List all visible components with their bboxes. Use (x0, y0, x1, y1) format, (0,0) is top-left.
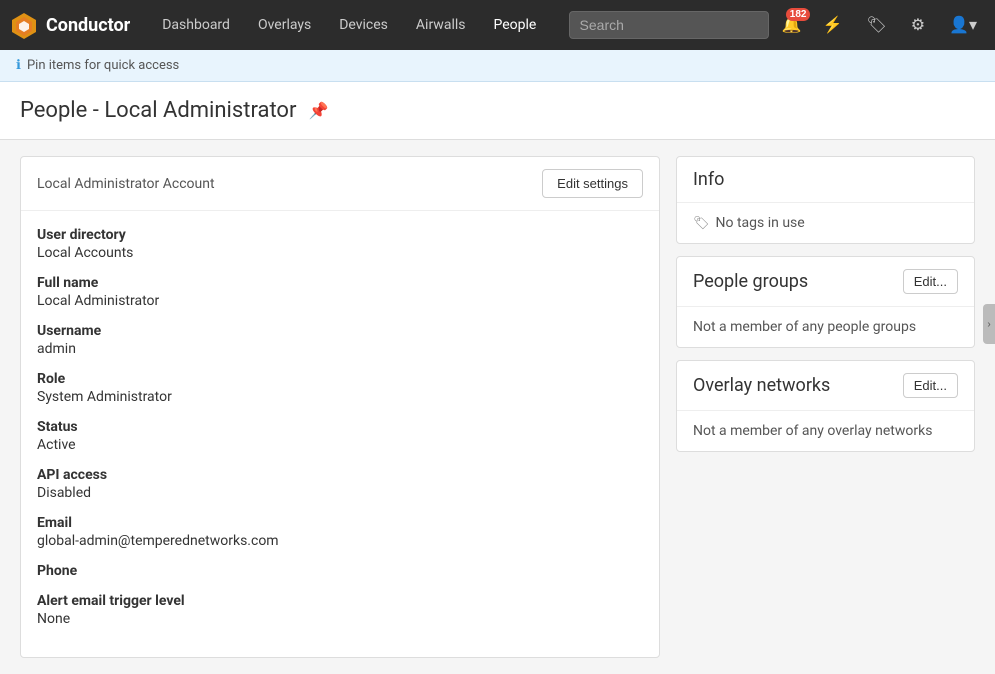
tags-button[interactable]: 🏷 (858, 10, 894, 40)
field-email: Email global-admin@temperednetworks.com (37, 515, 643, 549)
overlay-networks-body: Not a member of any overlay networks (677, 411, 974, 451)
field-full-name: Full name Local Administrator (37, 275, 643, 309)
notifications-button[interactable]: 🔔 182 (777, 10, 807, 40)
field-label-api-access: API access (37, 467, 643, 483)
panel-header: Local Administrator Account Edit setting… (21, 157, 659, 211)
user-icon: 👤▾ (949, 17, 977, 34)
main-content: Local Administrator Account Edit setting… (0, 140, 995, 674)
field-alert-email: Alert email trigger level None (37, 593, 643, 627)
field-label-status: Status (37, 419, 643, 435)
nav-people[interactable]: People (481, 11, 548, 39)
overlay-networks-title: Overlay networks (693, 375, 830, 396)
field-role: Role System Administrator (37, 371, 643, 405)
field-value-status: Active (37, 437, 643, 453)
no-tags-text-wrapper: 🏷 No tags in use (693, 215, 958, 231)
nav-airwalls[interactable]: Airwalls (404, 11, 478, 39)
field-label-alert-email: Alert email trigger level (37, 593, 643, 609)
panel-body: User directory Local Accounts Full name … (21, 211, 659, 657)
settings-button[interactable]: ⚙ (903, 10, 933, 40)
field-value-api-access: Disabled (37, 485, 643, 501)
field-label-role: Role (37, 371, 643, 387)
field-api-access: API access Disabled (37, 467, 643, 501)
people-groups-card: People groups Edit... Not a member of an… (676, 256, 975, 348)
field-value-user-directory: Local Accounts (37, 245, 643, 261)
info-card-header: Info (677, 157, 974, 203)
field-value-username: admin (37, 341, 643, 357)
nav-overlays[interactable]: Overlays (246, 11, 323, 39)
people-groups-edit-button[interactable]: Edit... (903, 269, 958, 294)
field-label-full-name: Full name (37, 275, 643, 291)
pin-button[interactable]: 📌 (308, 101, 328, 121)
page-title-bar: People - Local Administrator 📌 (0, 82, 995, 140)
people-groups-empty-text: Not a member of any people groups (693, 319, 916, 335)
field-label-email: Email (37, 515, 643, 531)
overlay-networks-edit-button[interactable]: Edit... (903, 373, 958, 398)
brand-logo[interactable]: Conductor (10, 11, 130, 39)
account-label: Local Administrator Account (37, 176, 215, 192)
nav-dashboard[interactable]: Dashboard (150, 11, 242, 39)
info-icon: ℹ (16, 58, 21, 73)
search-box (569, 11, 769, 39)
navbar-right: 🔔 182 ⚡ 🏷 ⚙ 👤▾ (569, 10, 985, 40)
field-status: Status Active (37, 419, 643, 453)
lightning-icon: ⚡ (822, 17, 842, 34)
field-label-user-directory: User directory (37, 227, 643, 243)
user-menu-button[interactable]: 👤▾ (941, 10, 985, 40)
field-label-phone: Phone (37, 563, 643, 579)
info-title: Info (693, 169, 724, 190)
tags-icon: 🏷 (866, 17, 886, 34)
navbar: Conductor Dashboard Overlays Devices Air… (0, 0, 995, 50)
overlay-networks-header: Overlay networks Edit... (677, 361, 974, 411)
field-value-role: System Administrator (37, 389, 643, 405)
field-user-directory: User directory Local Accounts (37, 227, 643, 261)
notification-badge: 182 (786, 8, 811, 21)
field-value-full-name: Local Administrator (37, 293, 643, 309)
info-card: Info 🏷 No tags in use (676, 156, 975, 244)
people-groups-header: People groups Edit... (677, 257, 974, 307)
collapse-panel-button[interactable]: › (983, 304, 995, 344)
tag-icon: 🏷 (693, 216, 710, 231)
left-panel: Local Administrator Account Edit setting… (20, 156, 660, 658)
page-title: People - Local Administrator (20, 98, 296, 123)
nav-links: Dashboard Overlays Devices Airwalls Peop… (150, 11, 558, 39)
field-username: Username admin (37, 323, 643, 357)
overlay-networks-card: Overlay networks Edit... Not a member of… (676, 360, 975, 452)
nav-devices[interactable]: Devices (327, 11, 400, 39)
info-card-body: 🏷 No tags in use (677, 203, 974, 243)
right-panels: Info 🏷 No tags in use People groups Edit… (676, 156, 975, 658)
pin-bar-text: Pin items for quick access (27, 58, 179, 73)
overlay-networks-empty-text: Not a member of any overlay networks (693, 423, 932, 439)
chevron-right-icon: › (987, 319, 990, 330)
people-groups-title: People groups (693, 271, 808, 292)
edit-settings-button[interactable]: Edit settings (542, 169, 643, 198)
people-groups-body: Not a member of any people groups (677, 307, 974, 347)
gear-icon: ⚙ (911, 17, 925, 34)
pin-bar: ℹ Pin items for quick access (0, 50, 995, 82)
field-phone: Phone (37, 563, 643, 579)
lightning-button[interactable]: ⚡ (814, 10, 850, 40)
conductor-logo-icon (10, 11, 38, 39)
no-tags-text: No tags in use (716, 215, 805, 231)
field-value-alert-email: None (37, 611, 643, 627)
search-input[interactable] (569, 11, 769, 39)
field-value-email: global-admin@temperednetworks.com (37, 533, 643, 549)
pin-icon: 📌 (308, 103, 328, 120)
brand-name: Conductor (46, 15, 130, 36)
field-label-username: Username (37, 323, 643, 339)
